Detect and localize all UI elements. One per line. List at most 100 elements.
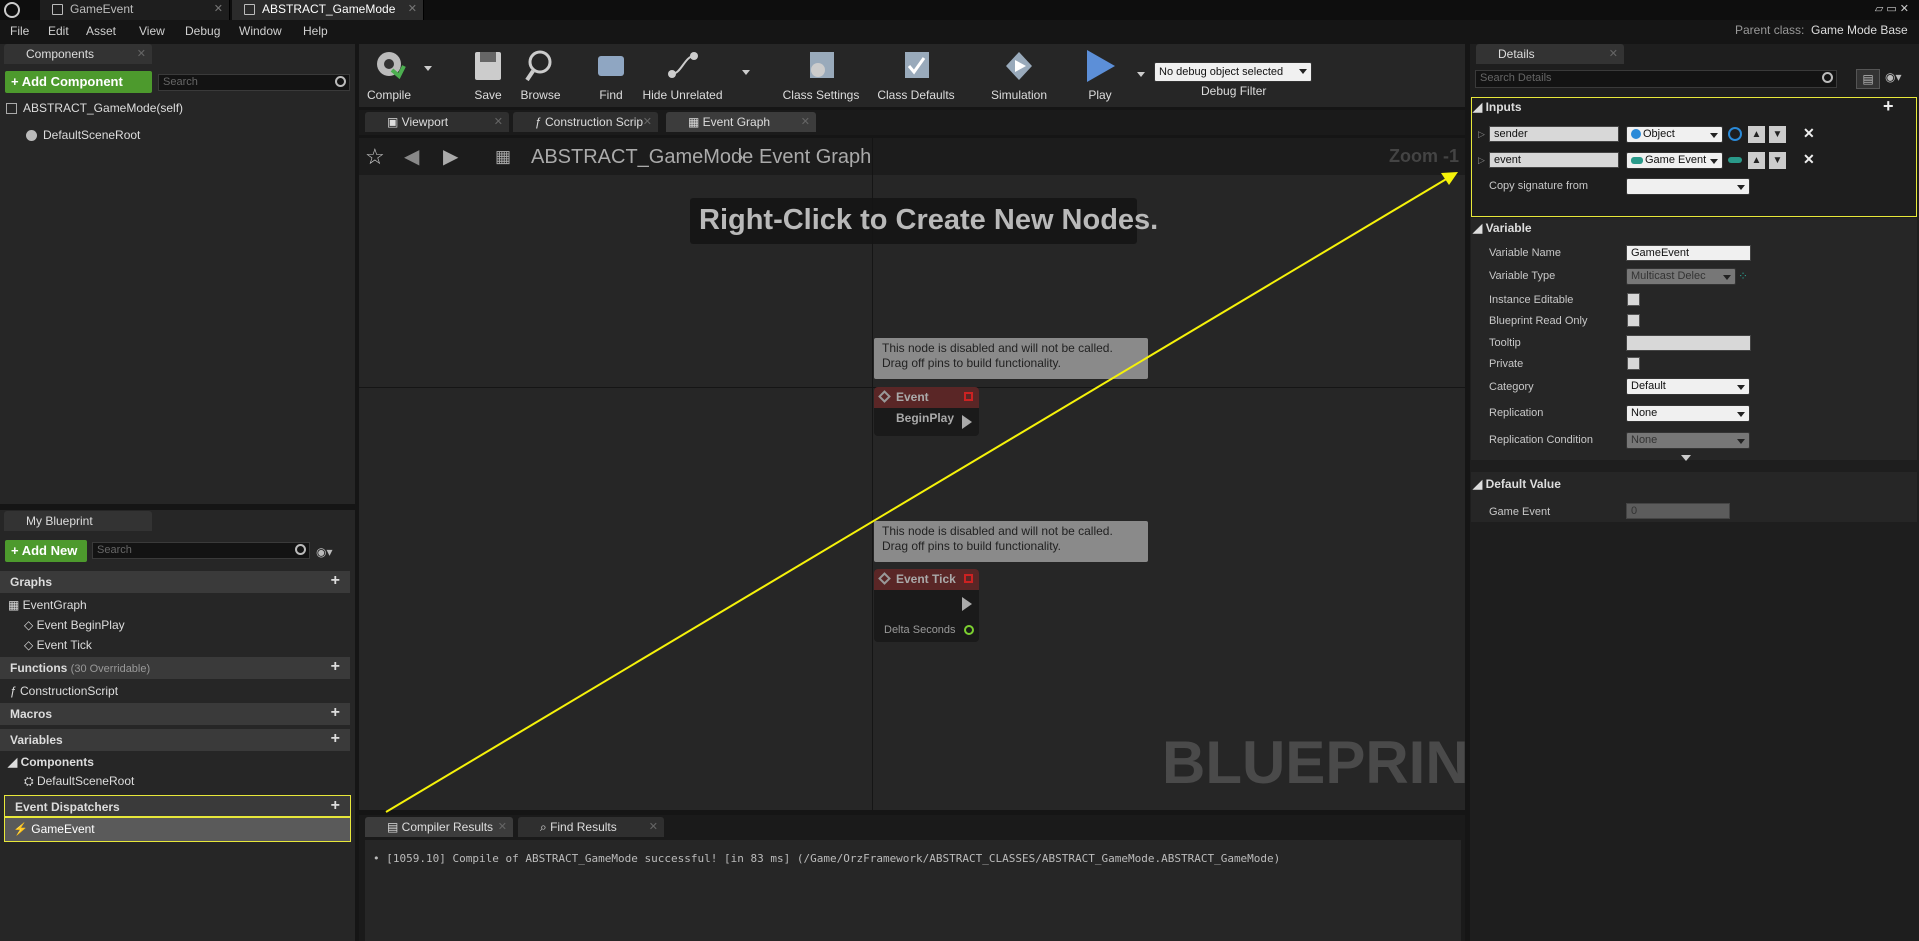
menu-debug[interactable]: Debug — [185, 24, 220, 38]
breadcrumb-blueprint[interactable]: ABSTRACT_GameMode — [531, 146, 753, 169]
forward-arrow-icon[interactable]: ▶ — [443, 144, 458, 169]
menu-asset[interactable]: Asset — [86, 24, 116, 38]
delegate-ref-icon[interactable] — [1728, 157, 1742, 163]
close-icon[interactable]: ✕ — [494, 112, 503, 132]
input-sender-name[interactable]: sender — [1489, 126, 1619, 142]
exec-pin[interactable] — [962, 415, 972, 429]
event-graph-canvas[interactable]: BLUEPRINT Right-Click to Create New Node… — [359, 138, 1465, 810]
delegate-pin[interactable] — [964, 392, 973, 401]
hide-unrelated-options-icon[interactable] — [742, 70, 750, 75]
component-default-root[interactable]: DefaultSceneRoot — [26, 128, 140, 142]
variable-name-field[interactable]: GameEvent — [1626, 245, 1751, 261]
parent-class-link[interactable]: Game Mode Base — [1811, 23, 1908, 37]
eye-icon[interactable]: ◉▾ — [316, 545, 333, 559]
add-new-button[interactable]: + Add New — [5, 540, 87, 562]
compile-options-icon[interactable] — [424, 66, 432, 71]
remove-input-icon[interactable]: ✕ — [1803, 151, 1815, 168]
close-icon[interactable]: ✕ — [801, 112, 810, 132]
section-functions[interactable]: Functions (30 Overridable) + — [0, 657, 350, 679]
window-controls[interactable]: ▱ ▭ ✕ — [1875, 2, 1909, 15]
close-icon[interactable]: ✕ — [649, 817, 658, 837]
graph-eventgraph[interactable]: ▦ EventGraph — [8, 598, 87, 612]
compile-button[interactable]: Compile — [364, 48, 414, 102]
tab-my-blueprint[interactable]: My Blueprint — [4, 511, 152, 531]
tab-find-results[interactable]: ⌕ Find Results ✕ — [518, 817, 664, 837]
details-search-input[interactable]: Search Details — [1475, 70, 1837, 88]
variable-default-root[interactable]: ⛭ DefaultSceneRoot — [24, 774, 134, 789]
float-pin[interactable] — [964, 625, 974, 635]
container-type-icon[interactable]: ⁘ — [1738, 269, 1748, 283]
move-down-icon[interactable]: ▼ — [1769, 126, 1786, 143]
move-down-icon[interactable]: ▼ — [1769, 152, 1786, 169]
disabled-node-comment[interactable]: This node is disabled and will not be ca… — [874, 521, 1148, 562]
components-search-input[interactable]: Search — [158, 74, 350, 91]
default-value-header[interactable]: ◢ Default Value — [1473, 477, 1561, 491]
replication-condition-select[interactable]: None — [1626, 432, 1750, 449]
class-defaults-button[interactable]: Class Defaults — [873, 48, 959, 102]
move-up-icon[interactable]: ▲ — [1748, 152, 1765, 169]
tab-viewport[interactable]: ▣ Viewport ✕ — [365, 112, 509, 132]
menu-view[interactable]: View — [139, 24, 165, 38]
property-matrix-icon[interactable]: ▤ — [1856, 69, 1880, 89]
category-select[interactable]: Default — [1626, 378, 1750, 395]
variables-components-header[interactable]: ◢ Components — [8, 755, 94, 769]
exec-pin[interactable] — [962, 597, 972, 611]
tab-details[interactable]: Details ✕ — [1476, 44, 1624, 64]
menu-window[interactable]: Window — [239, 24, 282, 38]
add-icon[interactable]: + — [331, 659, 340, 675]
close-icon[interactable]: ✕ — [643, 112, 652, 132]
unreal-logo-icon[interactable] — [4, 2, 20, 18]
read-only-checkbox[interactable] — [1627, 314, 1640, 327]
input-event-name[interactable]: event — [1489, 152, 1619, 168]
disabled-node-comment[interactable]: This node is disabled and will not be ca… — [874, 338, 1148, 379]
tooltip-field[interactable] — [1626, 335, 1751, 351]
tab-construction-script[interactable]: ƒ Construction Scrip ✕ — [513, 112, 658, 132]
variable-header[interactable]: ◢ Variable — [1473, 221, 1532, 235]
section-macros[interactable]: Macros + — [0, 703, 350, 725]
browse-button[interactable]: Browse — [513, 48, 568, 102]
component-self[interactable]: ABSTRACT_GameMode(self) — [6, 101, 183, 115]
section-event-dispatchers[interactable]: Event Dispatchers + — [4, 795, 351, 817]
close-icon[interactable]: ✕ — [498, 817, 507, 837]
input-sender-type[interactable]: Object — [1626, 126, 1723, 143]
add-icon[interactable]: + — [331, 798, 340, 814]
add-icon[interactable]: + — [331, 705, 340, 721]
add-icon[interactable]: + — [331, 573, 340, 589]
menu-help[interactable]: Help — [303, 24, 328, 38]
tab-components[interactable]: Components ✕ — [4, 44, 152, 64]
variable-type-select[interactable]: Multicast Delec — [1626, 268, 1736, 285]
breadcrumb-graph[interactable]: Event Graph — [759, 146, 871, 169]
back-arrow-icon[interactable]: ◀ — [404, 144, 419, 169]
add-input-icon[interactable]: + — [1883, 96, 1894, 117]
tab-gameevent[interactable]: GameEvent ✕ — [40, 0, 230, 20]
eye-icon[interactable]: ◉▾ — [1885, 70, 1902, 84]
save-button[interactable]: Save — [463, 48, 513, 102]
game-event-default-field[interactable]: 0 — [1626, 503, 1730, 519]
delegate-pin[interactable] — [964, 574, 973, 583]
menu-edit[interactable]: Edit — [48, 24, 69, 38]
section-graphs[interactable]: Graphs + — [0, 571, 350, 593]
advanced-expand-icon[interactable] — [1681, 455, 1691, 461]
private-checkbox[interactable] — [1627, 357, 1640, 370]
expand-icon[interactable]: ▷ — [1478, 155, 1485, 166]
class-settings-button[interactable]: Class Settings — [778, 48, 864, 102]
menu-file[interactable]: File — [10, 24, 29, 38]
hide-unrelated-button[interactable]: Hide Unrelated — [640, 48, 725, 102]
favorite-star-icon[interactable]: ☆ — [365, 144, 385, 170]
node-event-tick[interactable]: Event Tick Delta Seconds — [874, 569, 979, 642]
node-event-beginplay[interactable]: Event BeginPlay — [874, 387, 979, 436]
debug-object-select[interactable]: No debug object selected — [1154, 62, 1312, 82]
move-up-icon[interactable]: ▲ — [1748, 126, 1765, 143]
remove-input-icon[interactable]: ✕ — [1803, 125, 1815, 142]
add-component-button[interactable]: + Add Component — [5, 71, 152, 93]
function-construction[interactable]: ƒ ConstructionScript — [10, 684, 118, 698]
replication-select[interactable]: None — [1626, 405, 1750, 422]
add-icon[interactable]: + — [331, 731, 340, 747]
close-icon[interactable]: ✕ — [214, 0, 223, 18]
input-event-type[interactable]: Game Event — [1626, 152, 1723, 169]
expand-icon[interactable]: ▷ — [1478, 129, 1485, 140]
tab-abstract-gamemode[interactable]: ABSTRACT_GameMode ✕ — [232, 0, 424, 20]
copy-signature-select[interactable] — [1626, 178, 1750, 195]
section-variables[interactable]: Variables + — [0, 729, 350, 751]
inputs-header[interactable]: ◢ Inputs — [1473, 100, 1522, 114]
